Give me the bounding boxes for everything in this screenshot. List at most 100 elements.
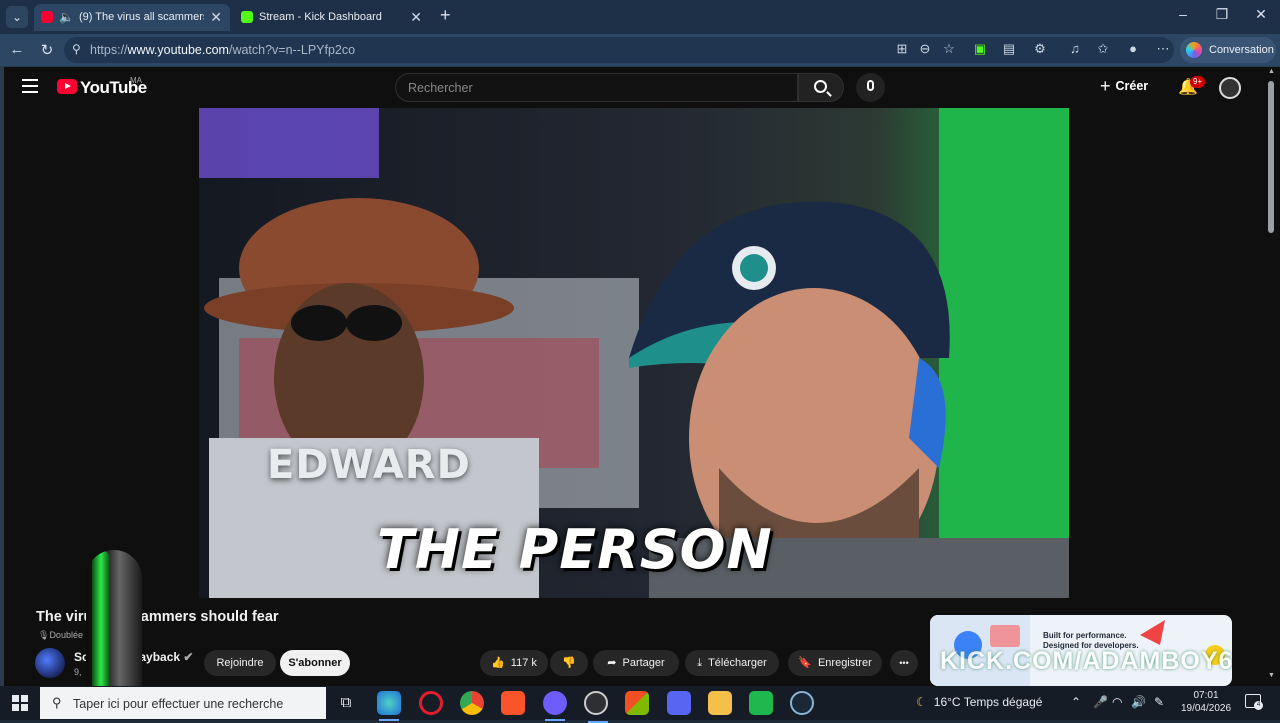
save-button[interactable]: 🔖 Enregistrer [788, 650, 882, 676]
microphone-icon [867, 80, 874, 91]
zoom-icon[interactable]: ⊖ [916, 41, 934, 57]
scroll-up-icon[interactable]: ▲ [1268, 68, 1275, 75]
video-title: The virus all scammers should fear [36, 609, 279, 625]
search-icon: ⚲ [52, 695, 62, 710]
audio-track-icon: 🎙 [38, 630, 50, 640]
plus-icon: + [1100, 76, 1111, 96]
clock-time: 07:01 [1193, 690, 1219, 701]
minimize-icon[interactable]: – [1173, 6, 1193, 22]
close-tab-icon[interactable]: ✕ [210, 9, 222, 26]
speaker-icon[interactable]: 🔈 [59, 10, 74, 24]
more-actions-button[interactable]: ••• [890, 650, 918, 676]
favorites-icon[interactable]: ✩ [1094, 41, 1112, 57]
dislike-button[interactable]: 👎 [550, 650, 588, 676]
clock-date: 19/04/2026 [1180, 703, 1232, 714]
search-placeholder: Rechercher [408, 81, 473, 95]
task-view-icon[interactable]: ⧉ [334, 691, 358, 715]
scrollbar-thumb[interactable] [1268, 81, 1274, 233]
microphone-tray-icon[interactable]: 🎤 [1093, 695, 1108, 709]
url-text: https://www.youtube.com/watch?v=n--LPYfp… [90, 43, 356, 57]
download-button[interactable]: ⤓ Télécharger [685, 650, 779, 676]
copilot-icon [1186, 42, 1202, 58]
taskbar-search-input[interactable]: ⚲ Taper ici pour effectuer une recherche [40, 687, 326, 719]
refresh-icon[interactable]: ↻ [38, 41, 56, 59]
wifi-icon[interactable]: ◠ [1112, 695, 1122, 709]
windows-taskbar: ⚲ Taper ici pour effectuer une recherche… [0, 686, 1280, 723]
apps-icon[interactable]: ⊞ [893, 41, 911, 57]
extensions-icon[interactable]: ⚙ [1031, 41, 1049, 57]
more-menu-icon[interactable]: ⋯ [1154, 41, 1172, 57]
page-scrollbar[interactable]: ▲ ▼ [1264, 67, 1280, 686]
like-button[interactable]: 👍 117 k [480, 650, 548, 676]
profile-icon[interactable]: ● [1124, 41, 1142, 56]
close-window-icon[interactable]: ✕ [1251, 6, 1271, 23]
tab-youtube[interactable]: 🔈 (9) The virus all scammers sho ✕ [34, 4, 230, 31]
moon-icon: ☾ [916, 695, 927, 709]
back-icon[interactable]: ← [8, 41, 26, 58]
youtube-page: YouTube MA Rechercher + Créer 🔔 9+ EDWAR… [4, 67, 1264, 686]
windows-start-icon[interactable] [12, 695, 28, 711]
search-icon [814, 80, 827, 93]
favorite-star-icon[interactable]: ☆ [940, 41, 958, 57]
opera-app-icon[interactable] [419, 691, 443, 715]
youtube-favicon-icon [41, 11, 53, 23]
media-icon[interactable]: ♫ [1066, 41, 1084, 56]
video-player[interactable]: EDWARD THE PERSON [199, 108, 1069, 598]
copilot-label: Conversation [1209, 44, 1274, 56]
subscribe-button[interactable]: S'abonner [280, 650, 350, 676]
maximize-icon[interactable]: ❐ [1212, 6, 1232, 23]
store-app-icon[interactable] [625, 691, 649, 715]
extension-image-icon[interactable]: ▤ [1000, 41, 1018, 57]
tab-strip: ⌄ 🔈 (9) The virus all scammers sho ✕ Str… [0, 0, 1280, 34]
close-tab-icon[interactable]: ✕ [410, 9, 422, 26]
discord-app-icon[interactable] [667, 691, 691, 715]
notification-badge: 9+ [1190, 76, 1206, 88]
dubbed-label: 🎙Doublée [38, 630, 83, 640]
brave-app-icon[interactable] [501, 691, 525, 715]
youtube-logo-icon[interactable] [57, 79, 77, 94]
search-button[interactable] [798, 73, 844, 102]
system-clock[interactable]: 07:01 19/04/2026 [1180, 689, 1232, 715]
search-input[interactable]: Rechercher [395, 73, 798, 102]
join-button[interactable]: Rejoindre [204, 650, 276, 676]
youtube-header: YouTube MA Rechercher + Créer 🔔 9+ [4, 67, 1264, 107]
site-info-icon[interactable]: ⚲ [72, 42, 81, 56]
voice-search-button[interactable] [856, 73, 885, 102]
chrome-app-icon[interactable] [460, 691, 484, 715]
notification-center-icon[interactable]: 4 [1245, 694, 1263, 710]
share-arrow-icon: ➦ [607, 657, 617, 669]
new-tab-icon[interactable]: + [440, 5, 451, 26]
ad-line1: Built for performance. [1043, 631, 1127, 640]
extension-kick-icon[interactable]: ▣ [971, 41, 989, 57]
streaming-app-icon[interactable] [543, 691, 567, 721]
edge-app-icon[interactable] [377, 691, 401, 721]
menu-icon[interactable] [22, 79, 38, 93]
notification-count: 4 [1254, 701, 1263, 710]
copilot-button[interactable]: Conversation [1180, 37, 1276, 63]
thumbs-down-icon: 👎 [562, 657, 576, 669]
file-explorer-icon[interactable] [708, 691, 732, 715]
create-button[interactable]: + Créer [1100, 76, 1148, 97]
channel-avatar[interactable] [35, 648, 65, 678]
verified-icon: ✔ [183, 650, 194, 664]
download-icon: ⤓ [697, 657, 703, 669]
video-caption-name: EDWARD [267, 442, 471, 488]
subscriber-count: 9, [74, 667, 82, 677]
thumbs-up-icon: 👍 [491, 657, 505, 669]
sponsored-ad[interactable]: Built for performance. Designed for deve… [930, 615, 1232, 686]
obs-app-icon[interactable] [584, 691, 608, 723]
steam-app-icon[interactable] [790, 691, 814, 715]
pen-icon[interactable]: ✎ [1154, 695, 1164, 709]
tab-actions-menu[interactable]: ⌄ [6, 6, 28, 28]
tray-chevron-icon[interactable]: ⌃ [1071, 695, 1081, 709]
taskbar-search-placeholder: Taper ici pour effectuer une recherche [73, 697, 284, 711]
weather-widget[interactable]: ☾ 16°C Temps dégagé [916, 695, 1042, 709]
share-button[interactable]: ➦ Partager [593, 650, 679, 676]
game-app-icon[interactable] [749, 691, 773, 715]
scroll-down-icon[interactable]: ▼ [1268, 672, 1275, 679]
tab-kick[interactable]: Stream - Kick Dashboard ✕ [234, 4, 430, 31]
account-avatar[interactable] [1219, 77, 1241, 99]
volume-icon[interactable]: 🔊 [1131, 695, 1146, 709]
stream-overlay-text: KICK.COM/ADAMBOY62 [940, 647, 1232, 675]
video-caption-main: THE PERSON [377, 518, 773, 581]
